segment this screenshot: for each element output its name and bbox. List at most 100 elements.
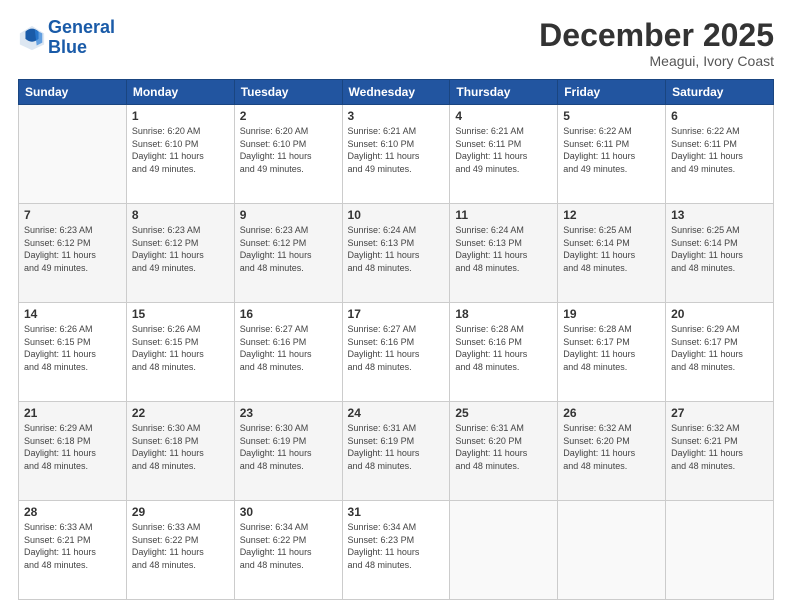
day-number: 5 (563, 109, 660, 123)
table-row: 23 Sunrise: 6:30 AM Sunset: 6:19 PM Dayli… (234, 402, 342, 501)
table-row: 21Sunrise: 6:29 AM Sunset: 6:18 PM Dayli… (19, 402, 127, 501)
col-saturday: Saturday (666, 80, 774, 105)
table-row (666, 501, 774, 600)
day-number: 14 (24, 307, 121, 321)
day-number: 18 (455, 307, 552, 321)
day-info: Sunrise: 6:21 AM Sunset: 6:11 PM Dayligh… (455, 125, 552, 175)
table-row: 22 Sunrise: 6:30 AM Sunset: 6:18 PM Dayli… (126, 402, 234, 501)
table-row: 15Sunrise: 6:26 AM Sunset: 6:15 PM Dayli… (126, 303, 234, 402)
day-info: Sunrise: 6:26 AM Sunset: 6:15 PM Dayligh… (132, 323, 229, 373)
page: General Blue December 2025 Meagui, Ivory… (0, 0, 792, 612)
day-info: Sunrise: 6:33 AM Sunset: 6:21 PM Dayligh… (24, 521, 121, 571)
day-info: Sunrise: 6:23 AM Sunset: 6:12 PM Dayligh… (132, 224, 229, 274)
table-row: 29 Sunrise: 6:33 AM Sunset: 6:22 PM Dayli… (126, 501, 234, 600)
day-info: Sunrise: 6:28 AM Sunset: 6:17 PM Dayligh… (563, 323, 660, 373)
col-tuesday: Tuesday (234, 80, 342, 105)
day-info: Sunrise: 6:29 AM Sunset: 6:18 PM Dayligh… (24, 422, 121, 472)
table-row: 11Sunrise: 6:24 AM Sunset: 6:13 PM Dayli… (450, 204, 558, 303)
col-sunday: Sunday (19, 80, 127, 105)
table-row: 5 Sunrise: 6:22 AM Sunset: 6:11 PM Daylig… (558, 105, 666, 204)
table-row: 25Sunrise: 6:31 AM Sunset: 6:20 PM Dayli… (450, 402, 558, 501)
day-info: Sunrise: 6:34 AM Sunset: 6:23 PM Dayligh… (348, 521, 445, 571)
table-row: 26Sunrise: 6:32 AM Sunset: 6:20 PM Dayli… (558, 402, 666, 501)
day-info: Sunrise: 6:31 AM Sunset: 6:20 PM Dayligh… (455, 422, 552, 472)
day-number: 19 (563, 307, 660, 321)
day-info: Sunrise: 6:29 AM Sunset: 6:17 PM Dayligh… (671, 323, 768, 373)
calendar-week-row: 21Sunrise: 6:29 AM Sunset: 6:18 PM Dayli… (19, 402, 774, 501)
logo-general: General (48, 17, 115, 37)
day-info: Sunrise: 6:30 AM Sunset: 6:18 PM Dayligh… (132, 422, 229, 472)
day-info: Sunrise: 6:20 AM Sunset: 6:10 PM Dayligh… (240, 125, 337, 175)
day-info: Sunrise: 6:25 AM Sunset: 6:14 PM Dayligh… (563, 224, 660, 274)
location: Meagui, Ivory Coast (539, 53, 774, 69)
day-number: 10 (348, 208, 445, 222)
table-row: 27Sunrise: 6:32 AM Sunset: 6:21 PM Dayli… (666, 402, 774, 501)
table-row: 8 Sunrise: 6:23 AM Sunset: 6:12 PM Daylig… (126, 204, 234, 303)
day-info: Sunrise: 6:23 AM Sunset: 6:12 PM Dayligh… (24, 224, 121, 274)
table-row: 19 Sunrise: 6:28 AM Sunset: 6:17 PM Dayli… (558, 303, 666, 402)
day-number: 13 (671, 208, 768, 222)
table-row: 4 Sunrise: 6:21 AM Sunset: 6:11 PM Daylig… (450, 105, 558, 204)
calendar-week-row: 1 Sunrise: 6:20 AM Sunset: 6:10 PM Daylig… (19, 105, 774, 204)
table-row: 14 Sunrise: 6:26 AM Sunset: 6:15 PM Dayli… (19, 303, 127, 402)
day-info: Sunrise: 6:32 AM Sunset: 6:21 PM Dayligh… (671, 422, 768, 472)
day-info: Sunrise: 6:30 AM Sunset: 6:19 PM Dayligh… (240, 422, 337, 472)
day-info: Sunrise: 6:21 AM Sunset: 6:10 PM Dayligh… (348, 125, 445, 175)
day-number: 23 (240, 406, 337, 420)
table-row: 18Sunrise: 6:28 AM Sunset: 6:16 PM Dayli… (450, 303, 558, 402)
col-monday: Monday (126, 80, 234, 105)
day-number: 16 (240, 307, 337, 321)
logo-text: General Blue (48, 18, 115, 58)
col-thursday: Thursday (450, 80, 558, 105)
day-info: Sunrise: 6:26 AM Sunset: 6:15 PM Dayligh… (24, 323, 121, 373)
day-number: 8 (132, 208, 229, 222)
day-info: Sunrise: 6:33 AM Sunset: 6:22 PM Dayligh… (132, 521, 229, 571)
day-number: 26 (563, 406, 660, 420)
day-number: 4 (455, 109, 552, 123)
day-number: 9 (240, 208, 337, 222)
day-number: 1 (132, 109, 229, 123)
col-friday: Friday (558, 80, 666, 105)
day-number: 3 (348, 109, 445, 123)
day-info: Sunrise: 6:34 AM Sunset: 6:22 PM Dayligh… (240, 521, 337, 571)
day-info: Sunrise: 6:27 AM Sunset: 6:16 PM Dayligh… (348, 323, 445, 373)
header: General Blue December 2025 Meagui, Ivory… (18, 18, 774, 69)
day-number: 29 (132, 505, 229, 519)
table-row: 20 Sunrise: 6:29 AM Sunset: 6:17 PM Dayli… (666, 303, 774, 402)
table-row: 17Sunrise: 6:27 AM Sunset: 6:16 PM Dayli… (342, 303, 450, 402)
calendar-header-row: Sunday Monday Tuesday Wednesday Thursday… (19, 80, 774, 105)
day-number: 12 (563, 208, 660, 222)
calendar-week-row: 28 Sunrise: 6:33 AM Sunset: 6:21 PM Dayli… (19, 501, 774, 600)
day-number: 2 (240, 109, 337, 123)
col-wednesday: Wednesday (342, 80, 450, 105)
day-info: Sunrise: 6:22 AM Sunset: 6:11 PM Dayligh… (563, 125, 660, 175)
table-row (558, 501, 666, 600)
table-row: 31 Sunrise: 6:34 AM Sunset: 6:23 PM Dayli… (342, 501, 450, 600)
table-row (450, 501, 558, 600)
day-number: 30 (240, 505, 337, 519)
logo: General Blue (18, 18, 115, 58)
day-number: 28 (24, 505, 121, 519)
table-row: 3 Sunrise: 6:21 AM Sunset: 6:10 PM Daylig… (342, 105, 450, 204)
table-row: 1Sunrise: 6:20 AM Sunset: 6:10 PM Daylig… (126, 105, 234, 204)
table-row: 2 Sunrise: 6:20 AM Sunset: 6:10 PM Daylig… (234, 105, 342, 204)
day-info: Sunrise: 6:27 AM Sunset: 6:16 PM Dayligh… (240, 323, 337, 373)
month-title: December 2025 (539, 18, 774, 53)
day-info: Sunrise: 6:23 AM Sunset: 6:12 PM Dayligh… (240, 224, 337, 274)
day-number: 11 (455, 208, 552, 222)
day-info: Sunrise: 6:24 AM Sunset: 6:13 PM Dayligh… (348, 224, 445, 274)
table-row: 9 Sunrise: 6:23 AM Sunset: 6:12 PM Daylig… (234, 204, 342, 303)
table-row: 7 Sunrise: 6:23 AM Sunset: 6:12 PM Daylig… (19, 204, 127, 303)
day-info: Sunrise: 6:22 AM Sunset: 6:11 PM Dayligh… (671, 125, 768, 175)
day-number: 6 (671, 109, 768, 123)
table-row (19, 105, 127, 204)
day-number: 24 (348, 406, 445, 420)
day-number: 22 (132, 406, 229, 420)
logo-blue: Blue (48, 37, 87, 57)
table-row: 13Sunrise: 6:25 AM Sunset: 6:14 PM Dayli… (666, 204, 774, 303)
title-section: December 2025 Meagui, Ivory Coast (539, 18, 774, 69)
day-number: 7 (24, 208, 121, 222)
day-number: 20 (671, 307, 768, 321)
day-number: 31 (348, 505, 445, 519)
table-row: 6 Sunrise: 6:22 AM Sunset: 6:11 PM Daylig… (666, 105, 774, 204)
